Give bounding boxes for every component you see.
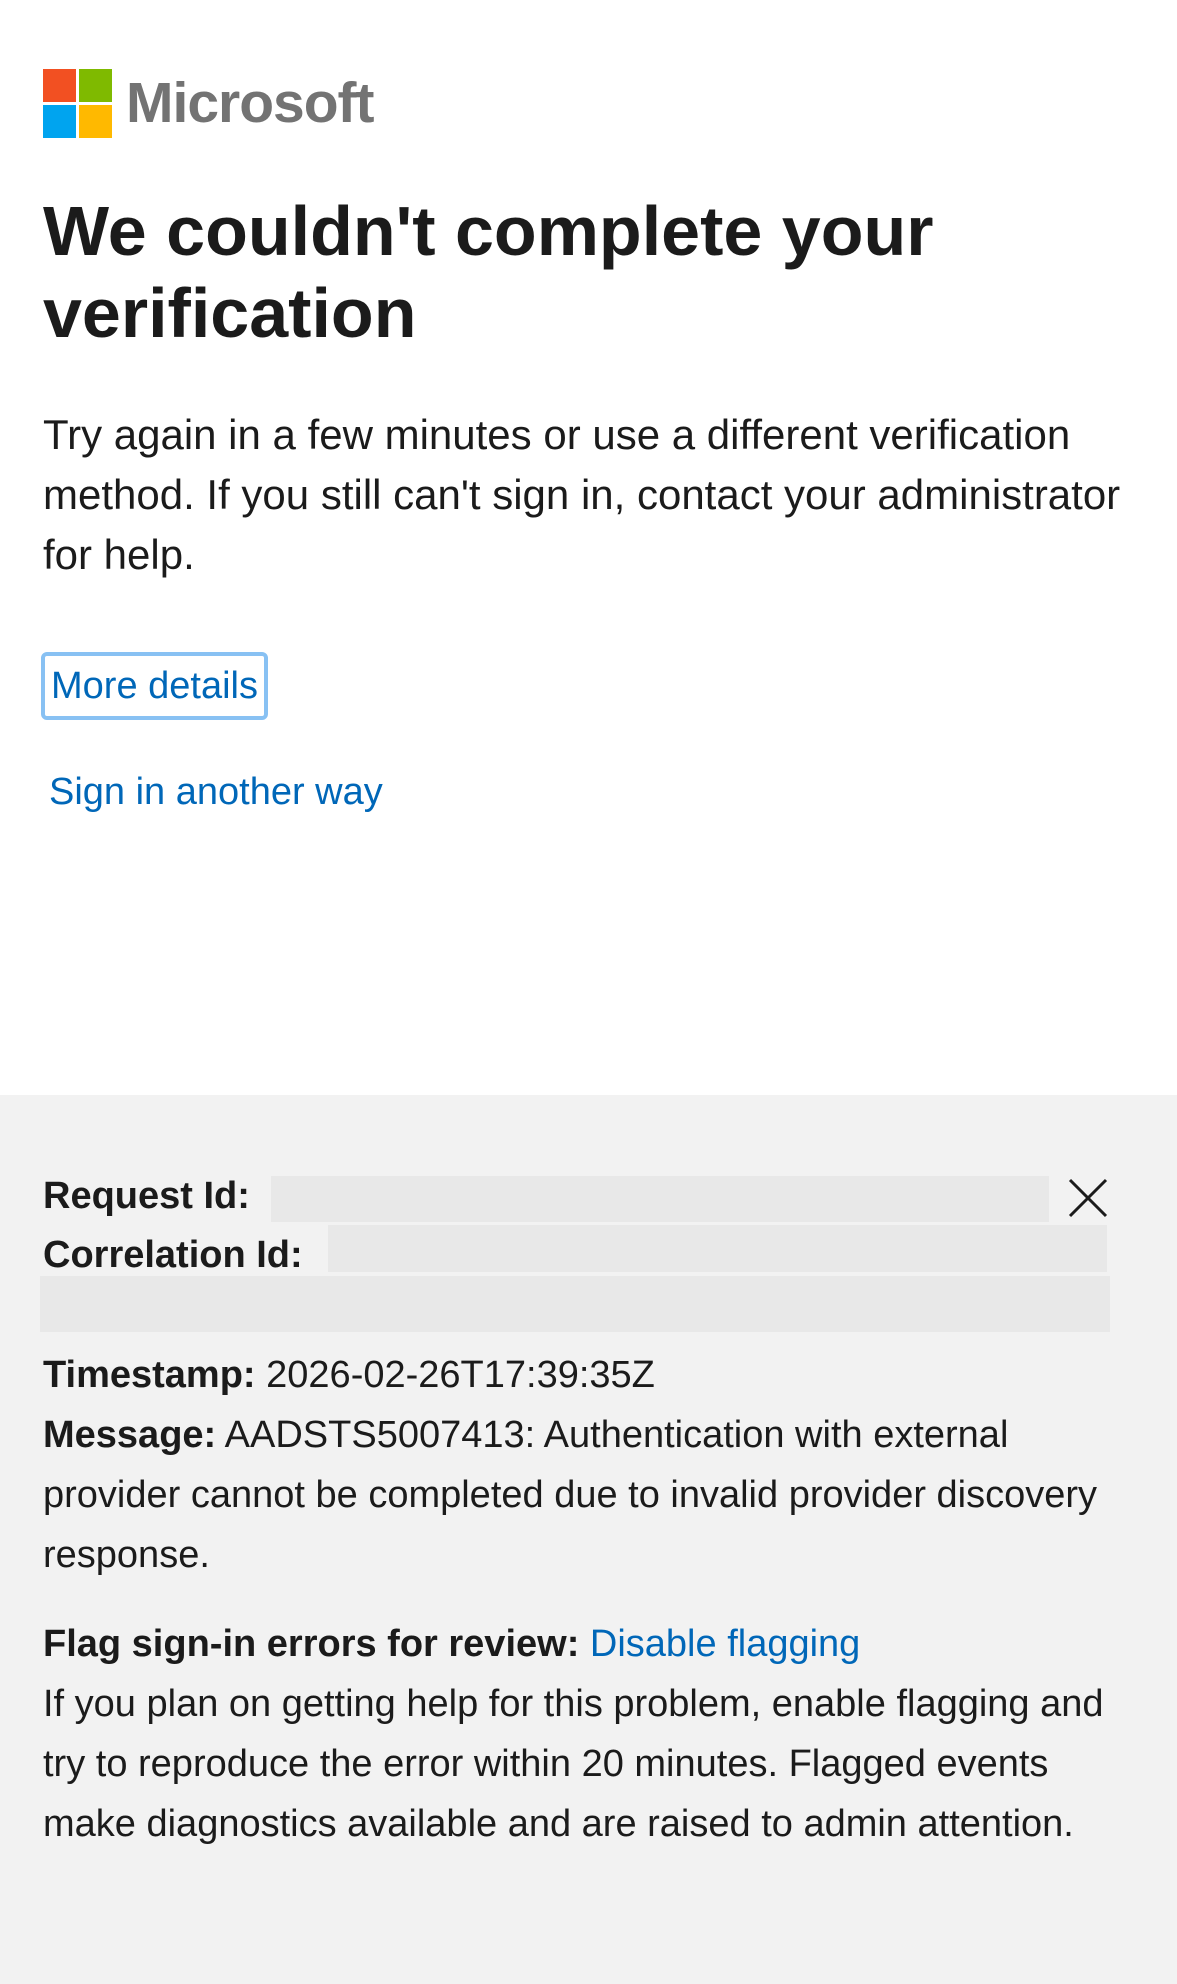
disable-flagging-link[interactable]: Disable flagging (590, 1623, 860, 1665)
correlation-id-redaction-line-2 (40, 1276, 1110, 1332)
request-id-row: Request Id: (43, 1166, 250, 1226)
correlation-id-label: Correlation Id: (43, 1234, 303, 1276)
flag-section: Flag sign-in errors for review: Disable … (43, 1614, 1123, 1854)
timestamp-value: 2026-02-26T17:39:35Z (266, 1354, 655, 1396)
page-title: We couldn't complete your verification (43, 192, 934, 352)
timestamp-row: Timestamp: 2026-02-26T17:39:35Z (43, 1345, 655, 1405)
correlation-id-redaction (328, 1225, 1107, 1272)
message-label: Message: (43, 1414, 217, 1456)
flag-label: Flag sign-in errors for review: (43, 1623, 580, 1665)
message-row: Message: AADSTS5007413: Authentication w… (43, 1405, 1123, 1585)
error-description: Try again in a few minutes or use a diff… (43, 411, 1121, 578)
sign-in-another-way-link[interactable]: Sign in another way (49, 768, 383, 816)
timestamp-label: Timestamp: (43, 1354, 256, 1396)
microsoft-logo-icon (43, 69, 112, 138)
close-icon (1068, 1178, 1108, 1218)
microsoft-logo: Microsoft (43, 69, 374, 138)
more-details-link[interactable]: More details (41, 652, 268, 720)
request-id-redaction (271, 1176, 1049, 1222)
verification-panel: Microsoft We couldn't complete your veri… (0, 0, 1177, 1095)
flag-description: If you plan on getting help for this pro… (43, 1683, 1104, 1845)
request-id-label: Request Id: (43, 1175, 250, 1217)
brand-name: Microsoft (126, 71, 374, 135)
close-details-button[interactable] (1066, 1176, 1110, 1220)
